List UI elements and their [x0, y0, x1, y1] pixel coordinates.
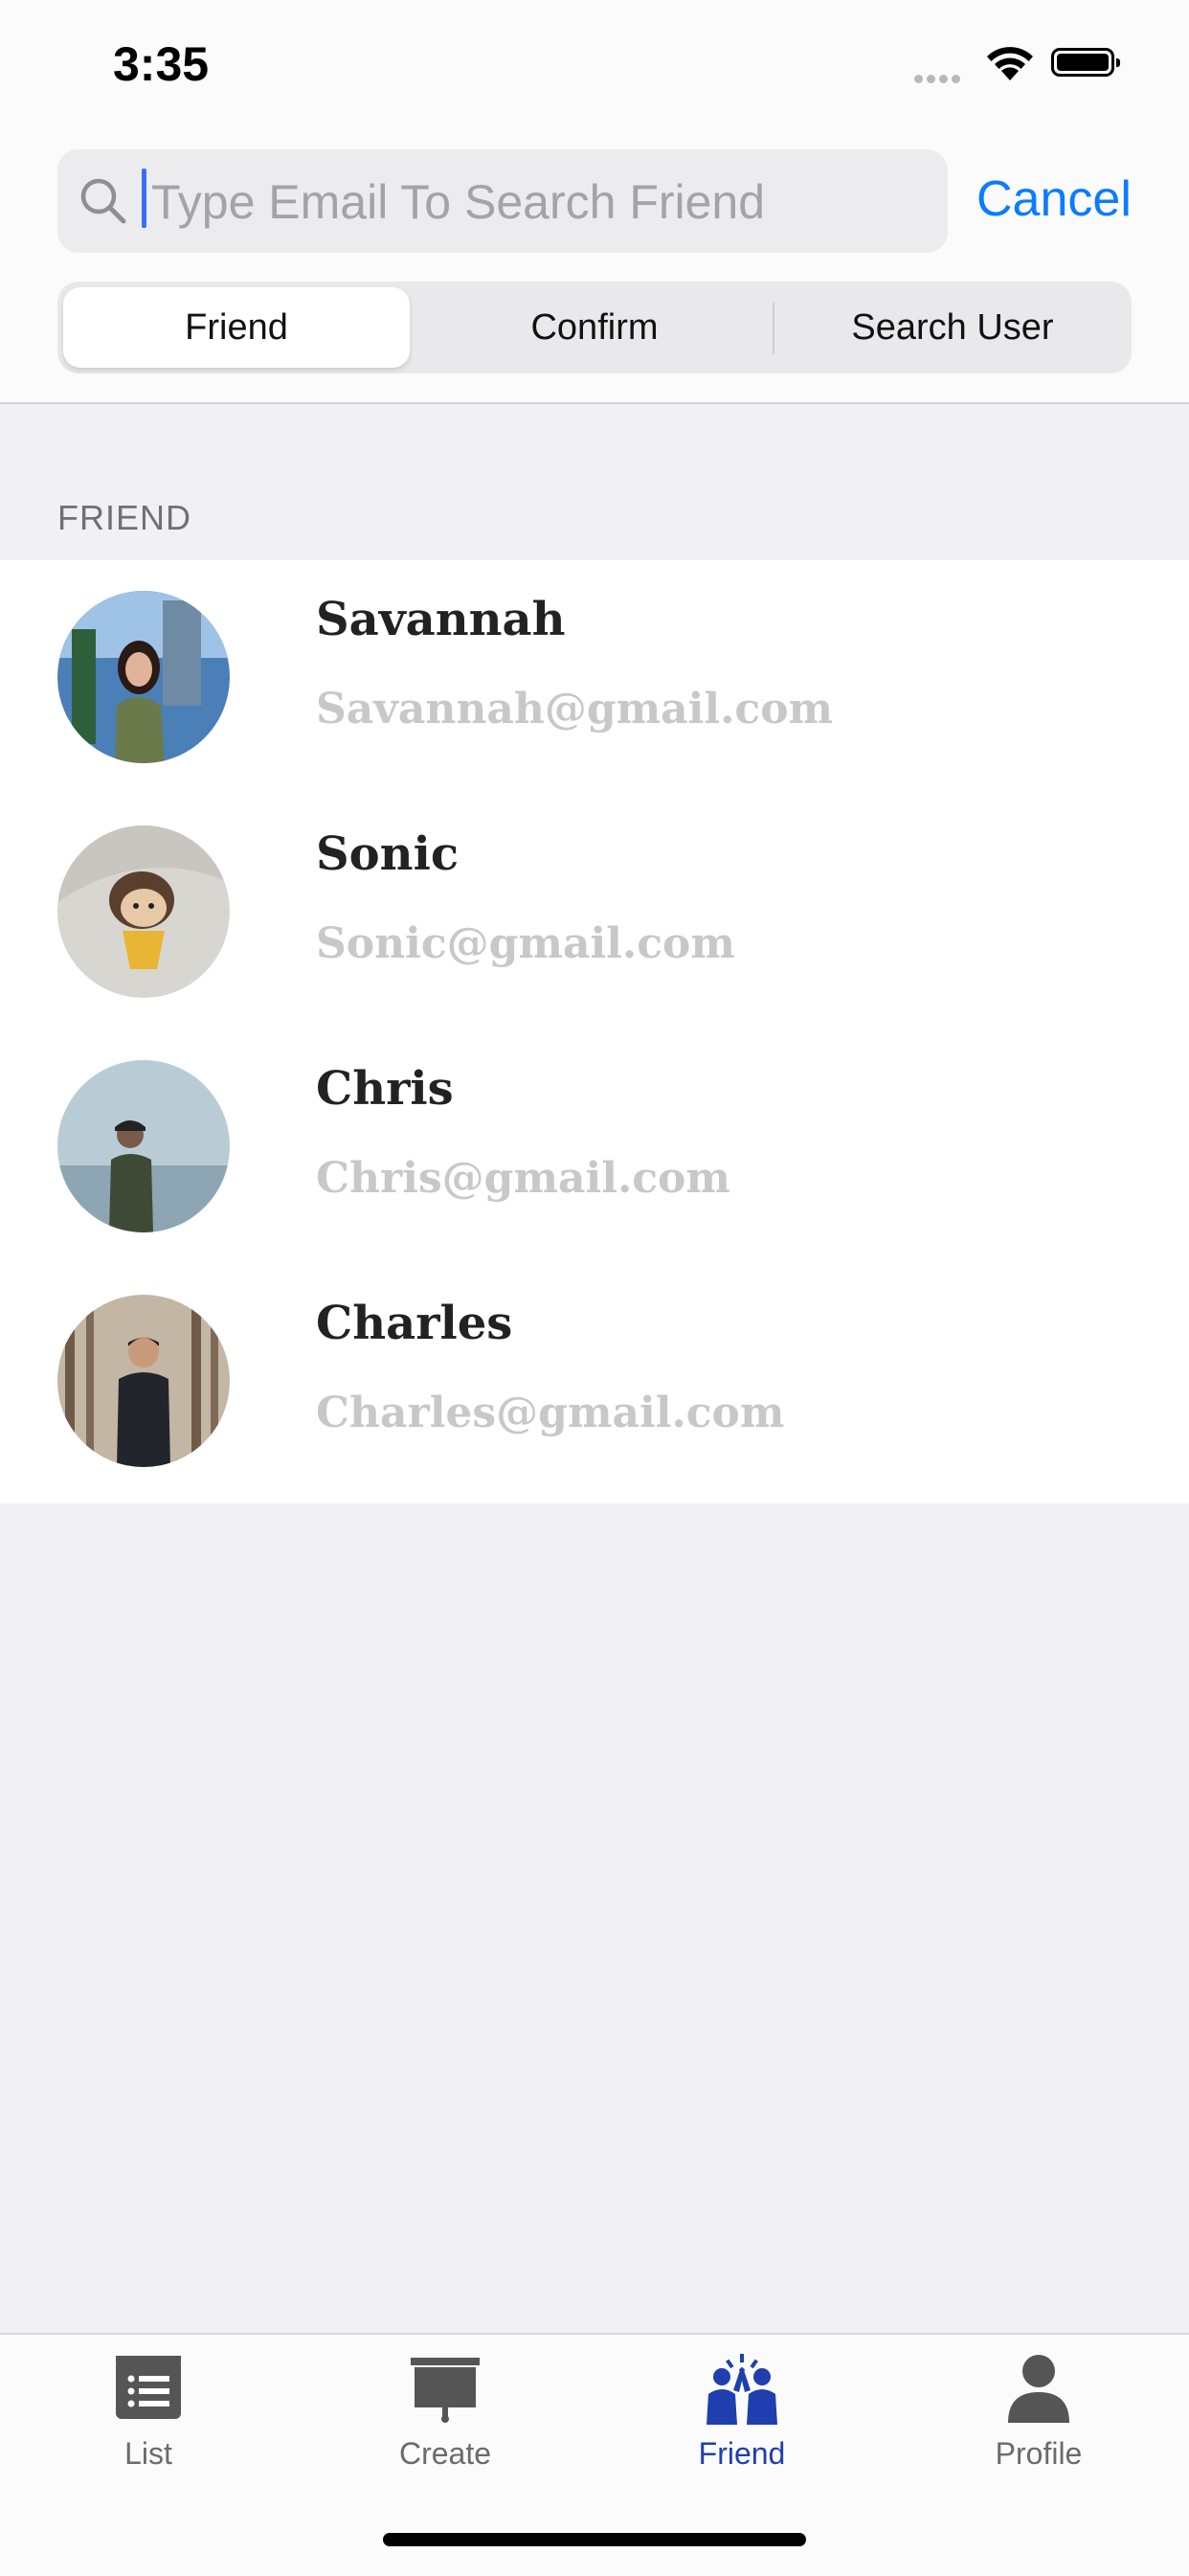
- tab-list[interactable]: List: [0, 2352, 297, 2496]
- avatar: [57, 825, 230, 998]
- wifi-icon: [984, 44, 1036, 87]
- list-item[interactable]: Sonic Sonic@gmail.com: [0, 795, 1189, 1029]
- tab-label: Profile: [995, 2436, 1083, 2471]
- cancel-button[interactable]: Cancel: [976, 170, 1132, 228]
- status-time: 3:35: [113, 37, 210, 91]
- segment-divider: [773, 303, 774, 354]
- friend-name: Chris: [316, 1062, 454, 1116]
- tab-create[interactable]: Create: [297, 2352, 594, 2496]
- friend-name: Charles: [316, 1297, 513, 1350]
- friend-email: Sonic@gmail.com: [316, 919, 735, 968]
- tab-label: List: [124, 2436, 172, 2471]
- friends-icon: [707, 2354, 777, 2425]
- friend-name: Savannah: [316, 593, 566, 646]
- segment-search-user[interactable]: Search User: [779, 287, 1126, 368]
- profile-icon: [1008, 2355, 1069, 2423]
- battery-icon: [1051, 48, 1120, 77]
- friend-list: Savannah Savannah@gmail.com Sonic Sonic@…: [0, 560, 1189, 1503]
- section-header: FRIEND: [57, 498, 191, 537]
- avatar: [57, 1060, 230, 1232]
- search-icon: [79, 176, 128, 231]
- friend-email: Charles@gmail.com: [316, 1389, 785, 1437]
- tab-label: Create: [398, 2436, 492, 2471]
- segmented-control: Friend Confirm Search User: [57, 282, 1132, 373]
- create-board-icon: [411, 2358, 480, 2423]
- list-item[interactable]: Savannah Savannah@gmail.com: [0, 560, 1189, 795]
- search-bar[interactable]: [57, 149, 948, 253]
- header: 3:35 Cancel Friend Confirm Search User: [0, 0, 1189, 404]
- friend-email: Chris@gmail.com: [316, 1154, 730, 1203]
- tab-friend[interactable]: Friend: [594, 2352, 890, 2496]
- segment-friend[interactable]: Friend: [63, 287, 410, 368]
- tab-label: Friend: [698, 2436, 786, 2471]
- text-cursor: [142, 169, 146, 228]
- home-indicator: [383, 2533, 806, 2546]
- list-item[interactable]: Chris Chris@gmail.com: [0, 1029, 1189, 1264]
- tab-profile[interactable]: Profile: [890, 2352, 1187, 2496]
- search-input[interactable]: [149, 163, 919, 241]
- list-item[interactable]: Charles Charles@gmail.com: [0, 1264, 1189, 1499]
- avatar: [57, 591, 230, 763]
- segment-confirm[interactable]: Confirm: [421, 287, 768, 368]
- friend-name: Sonic: [316, 827, 460, 881]
- list-icon: [116, 2356, 181, 2419]
- signal-icon: [914, 71, 964, 88]
- friend-email: Savannah@gmail.com: [316, 685, 834, 734]
- avatar: [57, 1295, 230, 1467]
